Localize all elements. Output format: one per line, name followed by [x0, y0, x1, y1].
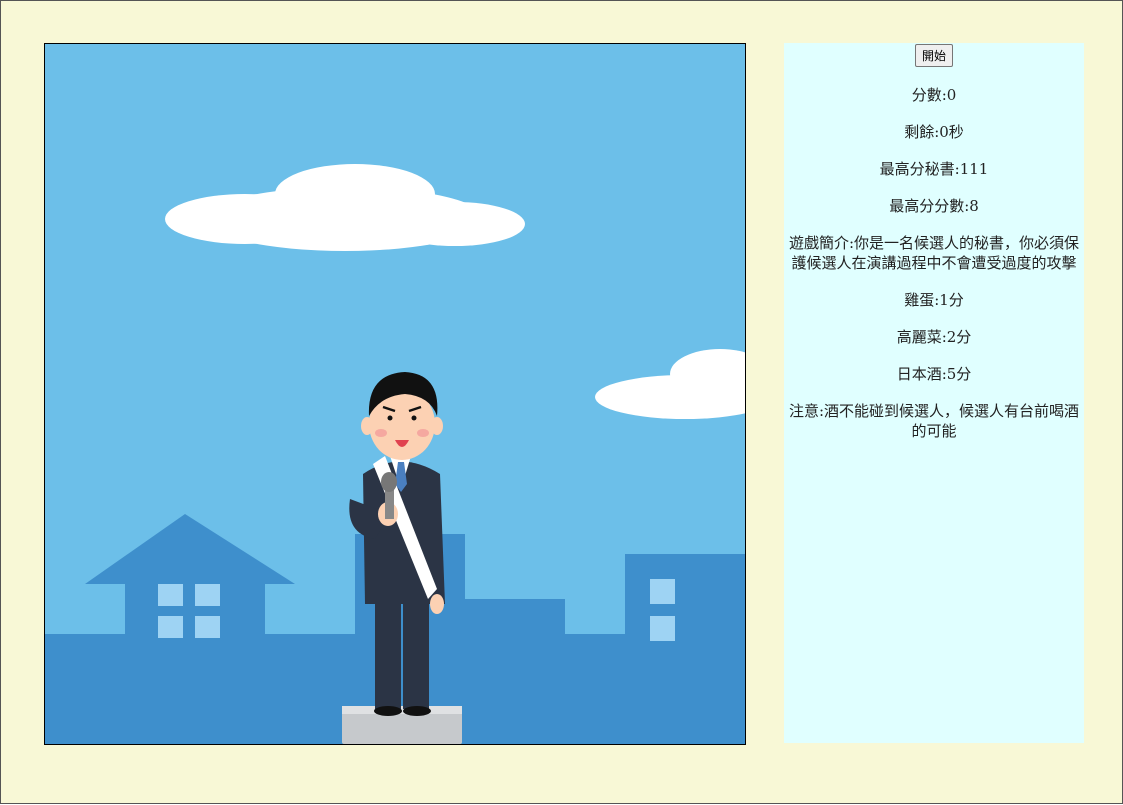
score-label: 分數:0 [911, 86, 957, 104]
item-cabbage-points: 高麗菜:2分 [896, 328, 972, 346]
item-sake-points: 日本酒:5分 [896, 365, 972, 383]
info-panel: 開始 分數:0 剩餘:0秒 最高分秘書:111 最高分分數:8 遊戲簡介:你是一… [784, 43, 1084, 743]
note-text: 注意:酒不能碰到候選人，候選人有台前喝酒的可能 [788, 402, 1080, 440]
game-intro-text: 遊戲簡介:你是一名候選人的秘書，你必須保護候選人在演講過程中不會遭受過度的攻擊 [788, 234, 1080, 272]
game-container: 開始 分數:0 剩餘:0秒 最高分秘書:111 最高分分數:8 遊戲簡介:你是一… [0, 0, 1123, 804]
start-button[interactable]: 開始 [914, 44, 953, 67]
remaining-time-label: 剩餘:0秒 [904, 123, 964, 141]
high-score-label: 最高分分數:8 [889, 197, 979, 215]
high-score-secretary-label: 最高分秘書:111 [879, 160, 989, 178]
item-egg-points: 雞蛋:1分 [904, 291, 964, 309]
game-stage[interactable] [44, 43, 746, 745]
stage-scene [45, 44, 745, 744]
podium-icon [342, 706, 462, 744]
